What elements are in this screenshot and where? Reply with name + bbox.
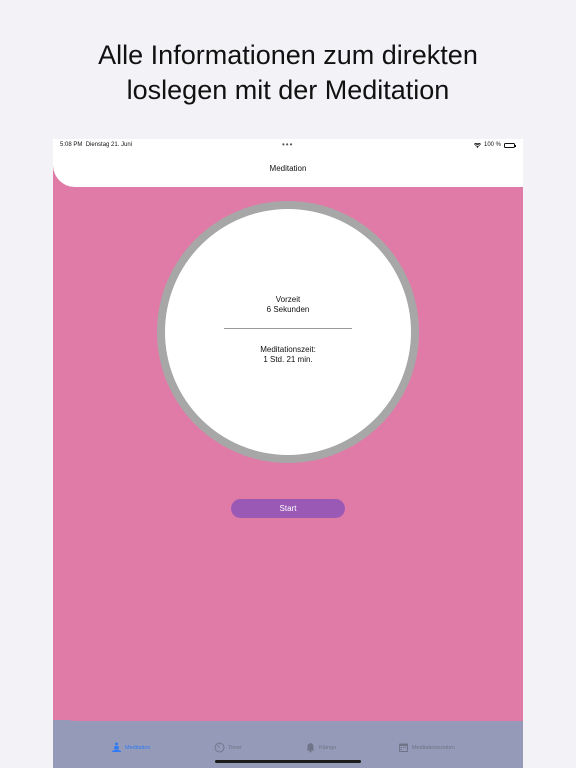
tab-meditation-times[interactable]: Meditationszeiten — [398, 742, 455, 753]
headline-line-2: loslegen mit der Meditation — [126, 75, 450, 105]
calendar-icon — [398, 742, 409, 753]
tab-sounds[interactable]: Klänge — [305, 742, 336, 753]
meditation-time-label: Meditationszeit: — [260, 345, 316, 354]
headline-line-1: Alle Informationen zum direkten — [98, 40, 478, 70]
headline: Alle Informationen zum direkten loslegen… — [0, 38, 576, 108]
divider — [224, 328, 352, 329]
meditation-time-value: 1 Std. 21 min. — [263, 355, 313, 364]
multitasking-dots[interactable]: ••• — [282, 140, 293, 149]
tab-label-timer: Timer — [228, 744, 242, 751]
bell-icon — [305, 742, 316, 753]
status-date: Dienstag 21. Juni — [85, 142, 133, 148]
content-bottom-edge — [53, 699, 523, 721]
battery-icon — [504, 142, 516, 148]
tab-meditation[interactable]: Meditation — [111, 742, 150, 753]
status-right: 100 % — [473, 142, 516, 148]
timer-circle-ring: Vorzeit 6 Sekunden Meditationszeit: 1 St… — [157, 201, 419, 463]
pre-time-value: 6 Sekunden — [266, 305, 310, 314]
start-button[interactable]: Start — [231, 499, 345, 518]
status-bar: 5:08 PM Dienstag 21. Juni ••• 100 % — [53, 139, 523, 151]
timer-circle: Vorzeit 6 Sekunden Meditationszeit: 1 St… — [165, 209, 411, 455]
tab-label-meditation-times: Meditationszeiten — [412, 744, 455, 751]
device-screen: 5:08 PM Dienstag 21. Juni ••• 100 % Medi… — [53, 139, 523, 768]
wifi-icon — [473, 142, 481, 148]
tab-label-sounds: Klänge — [319, 744, 337, 751]
timer-icon — [214, 742, 225, 753]
home-indicator — [215, 760, 361, 763]
meditation-icon — [111, 742, 122, 753]
status-time-date: 5:08 PM Dienstag 21. Juni — [60, 142, 132, 148]
tab-timer[interactable]: Timer — [214, 742, 242, 753]
battery-percent: 100 % — [483, 142, 501, 148]
pre-time-label: Vorzeit — [275, 295, 301, 304]
page-title: Meditation — [269, 164, 307, 173]
tab-label-meditation: Meditation — [125, 744, 151, 751]
navigation-bar: 5:08 PM Dienstag 21. Juni ••• 100 % Medi… — [53, 139, 523, 187]
status-time: 5:08 PM — [60, 142, 83, 148]
